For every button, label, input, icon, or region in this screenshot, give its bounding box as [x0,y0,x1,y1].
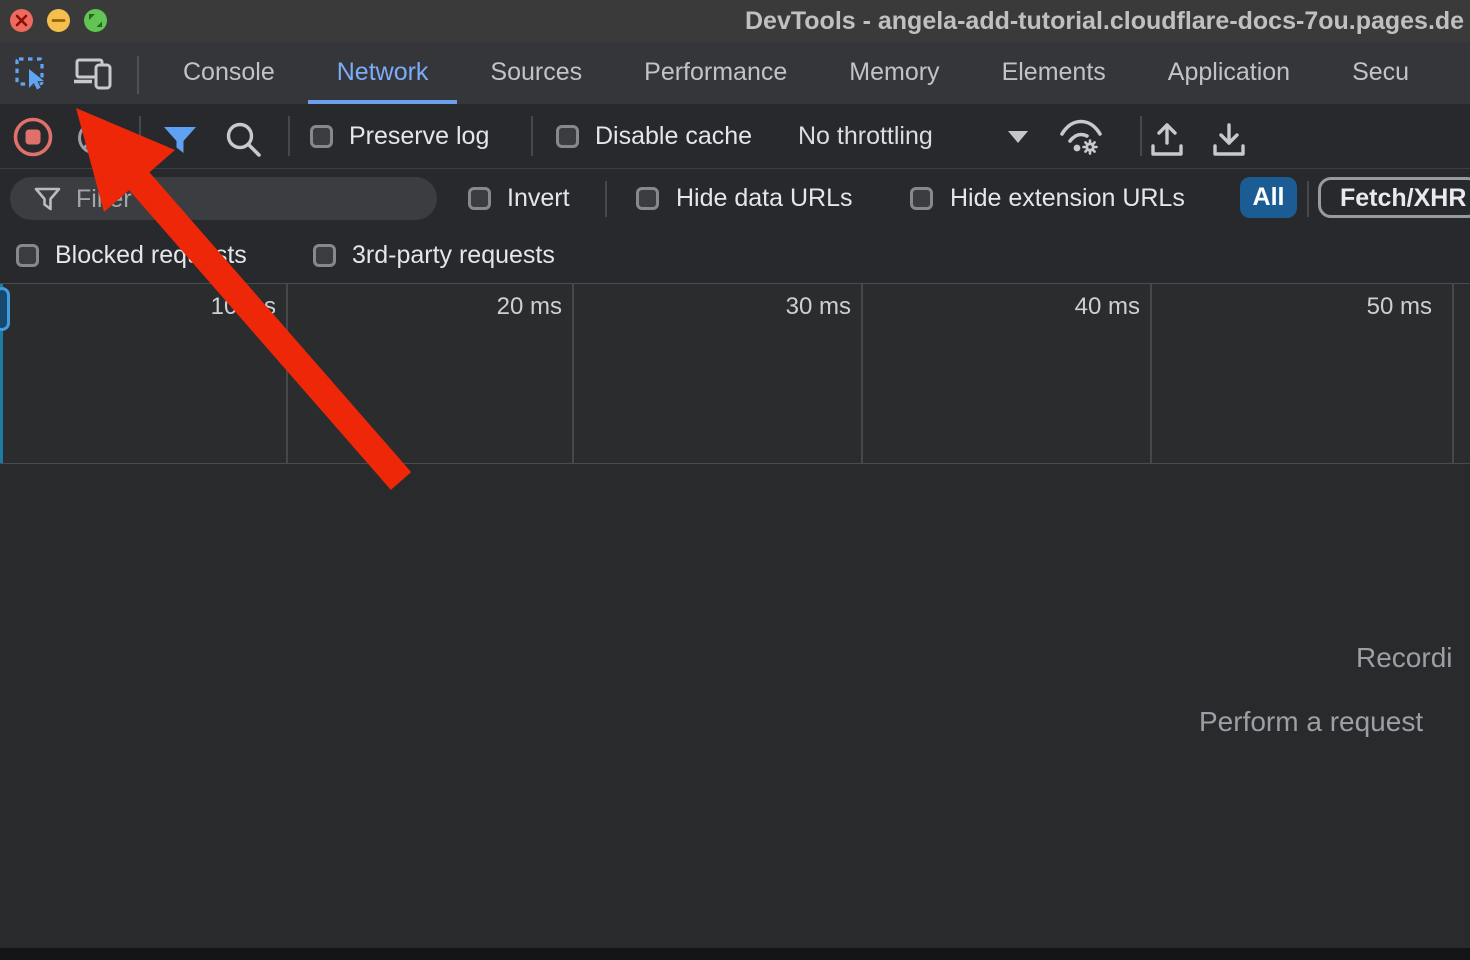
network-toolbar: Preserve log Disable cache No throttling [0,104,1470,169]
hide-extension-urls-label[interactable]: Hide extension URLs [950,169,1185,228]
devtools-window: DevTools - angela-add-tutorial.cloudflar… [0,0,1470,960]
timeline-tick: 40 ms [1020,293,1140,321]
preserve-log-label[interactable]: Preserve log [349,104,489,168]
filter-separator [605,181,607,217]
third-party-requests-label[interactable]: 3rd-party requests [352,228,555,283]
devtools-tabbar: Console Network Sources Performance Memo… [0,42,1470,104]
blocked-requests-label[interactable]: Blocked requests [55,228,247,283]
toolbar-separator [288,116,290,156]
throttling-select[interactable]: No throttling [798,104,933,168]
network-conditions-icon[interactable] [1058,116,1104,163]
empty-state-line2: Perform a request [1199,706,1423,738]
export-har-icon[interactable] [1210,120,1248,163]
filter-type-fetch-xhr-button[interactable]: Fetch/XHR [1318,177,1470,218]
fullscreen-icon[interactable] [84,9,107,32]
tab-console[interactable]: Console [152,42,306,104]
hide-data-urls-label[interactable]: Hide data URLs [676,169,852,228]
preserve-log-checkbox[interactable] [310,125,333,148]
third-party-requests-checkbox[interactable] [313,244,336,267]
funnel-outline-icon [34,187,61,212]
toolbar-separator [1140,116,1142,156]
chevron-down-icon[interactable] [1008,131,1028,143]
inspect-element-icon[interactable] [10,56,54,92]
filter-field[interactable] [10,177,437,220]
minimize-icon[interactable] [47,9,70,32]
timeline-tick: 30 ms [731,293,851,321]
requests-empty-area: Recordi Perform a request [0,464,1470,950]
tab-performance[interactable]: Performance [613,42,818,104]
toolbar-separator [531,116,533,156]
network-filter-bar-row2: Blocked requests 3rd-party requests [0,228,1470,283]
timeline-tick: 50 ms [1312,293,1432,321]
panel-tabs: Console Network Sources Performance Memo… [152,42,1440,104]
search-icon[interactable] [224,120,264,165]
toolbar-separator [139,116,141,156]
record-stop-icon[interactable] [12,116,54,163]
timeline-tick: 20 ms [442,293,562,321]
timeline-divider [572,284,574,463]
filter-separator [1307,181,1309,217]
filter-type-all-button[interactable]: All [1240,177,1297,218]
tab-application[interactable]: Application [1137,42,1321,104]
close-icon[interactable] [10,9,33,32]
filter-input[interactable] [74,180,418,219]
tab-elements[interactable]: Elements [971,42,1137,104]
empty-state-line1: Recordi [1356,642,1452,674]
titlebar: DevTools - angela-add-tutorial.cloudflar… [0,0,1470,43]
filter-funnel-icon[interactable] [162,126,198,159]
window-title: DevTools - angela-add-tutorial.cloudflar… [745,0,1464,42]
hide-data-urls-checkbox[interactable] [636,187,659,210]
timeline-divider [861,284,863,463]
device-toolbar-icon[interactable] [72,56,116,92]
blocked-requests-checkbox[interactable] [16,244,39,267]
network-filter-bar: Invert Hide data URLs Hide extension URL… [0,169,1470,228]
disable-cache-label[interactable]: Disable cache [595,104,752,168]
window-bottom-edge [0,948,1470,960]
import-har-icon[interactable] [1148,120,1186,163]
tab-security[interactable]: Secu [1321,42,1440,104]
invert-label[interactable]: Invert [507,169,570,228]
network-overview-timeline: 10 ms 20 ms 30 ms 40 ms 50 ms [0,283,1470,464]
timeline-divider [286,284,288,463]
timeline-divider [1150,284,1152,463]
tab-sources[interactable]: Sources [459,42,613,104]
timeline-divider [1452,284,1454,463]
tab-memory[interactable]: Memory [818,42,970,104]
tab-network[interactable]: Network [306,42,460,104]
tabbar-separator [137,56,139,92]
invert-checkbox[interactable] [468,187,491,210]
hide-extension-urls-checkbox[interactable] [910,187,933,210]
disable-cache-checkbox[interactable] [556,125,579,148]
timeline-tick: 10 ms [156,293,276,321]
clear-icon[interactable] [76,120,112,161]
overview-drag-handle[interactable] [0,287,10,331]
